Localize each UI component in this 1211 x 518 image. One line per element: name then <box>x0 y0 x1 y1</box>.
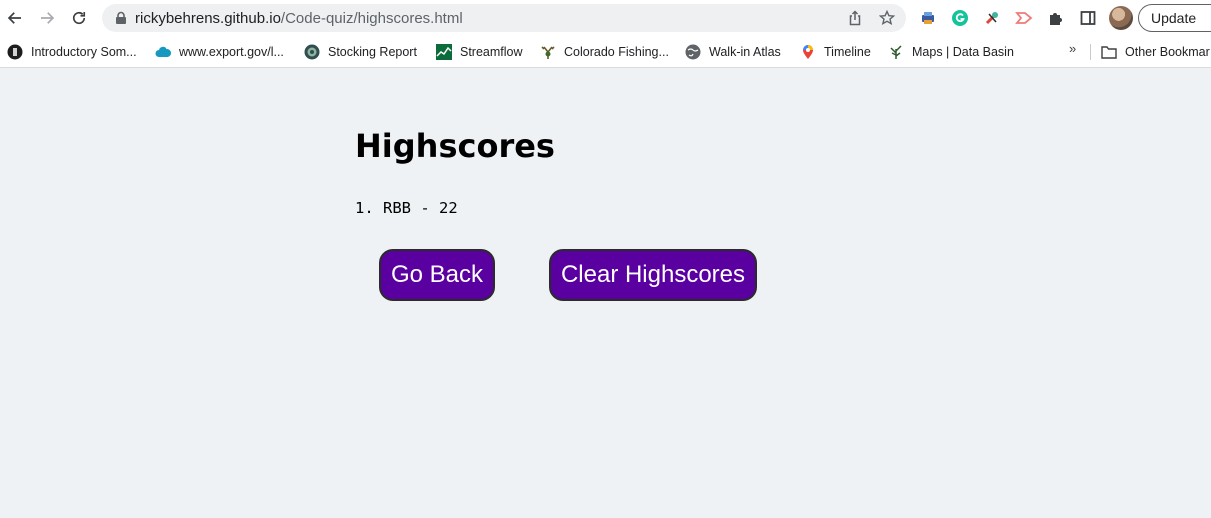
folder-icon <box>1101 44 1117 60</box>
go-back-button[interactable]: Go Back <box>379 249 495 301</box>
bookmark-label: Streamflow <box>460 45 523 59</box>
bookmark-item[interactable]: Introductory Som... <box>7 42 137 62</box>
extension-grammarly-icon[interactable] <box>951 9 969 27</box>
side-panel-icon[interactable] <box>1079 9 1097 27</box>
bookmark-item[interactable]: Streamflow <box>436 42 523 62</box>
other-bookmarks-label: Other Bookmar <box>1125 45 1210 59</box>
bookmark-label: Stocking Report <box>328 45 417 59</box>
map-pin-icon <box>800 44 816 60</box>
share-icon[interactable] <box>847 10 863 26</box>
bookmark-item[interactable]: Walk-in Atlas <box>685 42 781 62</box>
score-rank: 1. <box>355 199 374 217</box>
bookmarks-bar: Introductory Som... www.export.gov/l... … <box>0 36 1211 68</box>
forward-arrow-icon[interactable] <box>35 6 59 30</box>
highscores-list: 1. RBB - 22 <box>355 199 458 217</box>
extension-arrow-icon[interactable] <box>1015 9 1033 27</box>
plant-icon <box>888 44 904 60</box>
extension-printer-icon[interactable] <box>919 9 937 27</box>
star-icon[interactable] <box>879 10 895 26</box>
extensions-puzzle-icon[interactable] <box>1047 9 1065 27</box>
browser-toolbar: rickybehrens.github.io/Code-quiz/highsco… <box>0 0 1211 36</box>
reload-icon[interactable] <box>67 6 91 30</box>
update-button[interactable]: Update <box>1138 4 1211 32</box>
bookmark-item[interactable]: Stocking Report <box>304 42 417 62</box>
clear-highscores-button[interactable]: Clear Highscores <box>549 249 757 301</box>
url-text: rickybehrens.github.io/Code-quiz/highsco… <box>135 10 463 27</box>
url-host: rickybehrens.github.io <box>135 10 281 27</box>
list-item: 1. RBB - 22 <box>355 199 458 217</box>
seal-icon <box>304 44 320 60</box>
extension-tools-icon[interactable] <box>983 9 1001 27</box>
bookmark-item[interactable]: www.export.gov/l... <box>155 42 284 62</box>
url-path: /Code-quiz/highscores.html <box>280 10 463 27</box>
dark-circle-icon <box>7 44 23 60</box>
bookmarks-divider <box>1090 44 1091 60</box>
bookmarks-overflow-chevron-icon[interactable]: » <box>1069 41 1076 56</box>
bookmark-label: Walk-in Atlas <box>709 45 781 59</box>
bookmark-label: Introductory Som... <box>31 45 137 59</box>
profile-avatar[interactable] <box>1109 6 1133 30</box>
page-title: Highscores <box>355 127 555 165</box>
bookmark-item[interactable]: Timeline <box>800 42 871 62</box>
bookmark-label: Maps | Data Basin <box>912 45 1014 59</box>
bookmark-item[interactable]: Colorado Fishing... <box>540 42 669 62</box>
bookmark-label: www.export.gov/l... <box>179 45 284 59</box>
cloud-icon <box>155 44 171 60</box>
bookmark-label: Colorado Fishing... <box>564 45 669 59</box>
other-bookmarks[interactable]: Other Bookmar <box>1101 42 1210 62</box>
deer-icon <box>540 44 556 60</box>
bookmark-label: Timeline <box>824 45 871 59</box>
graph-icon <box>436 44 452 60</box>
back-arrow-icon[interactable] <box>3 6 27 30</box>
lock-icon <box>116 11 126 24</box>
bookmark-item[interactable]: Maps | Data Basin <box>888 42 1014 62</box>
score-entry: RBB - 22 <box>383 199 458 217</box>
address-bar[interactable]: rickybehrens.github.io/Code-quiz/highsco… <box>102 4 906 32</box>
globe-icon <box>685 44 701 60</box>
